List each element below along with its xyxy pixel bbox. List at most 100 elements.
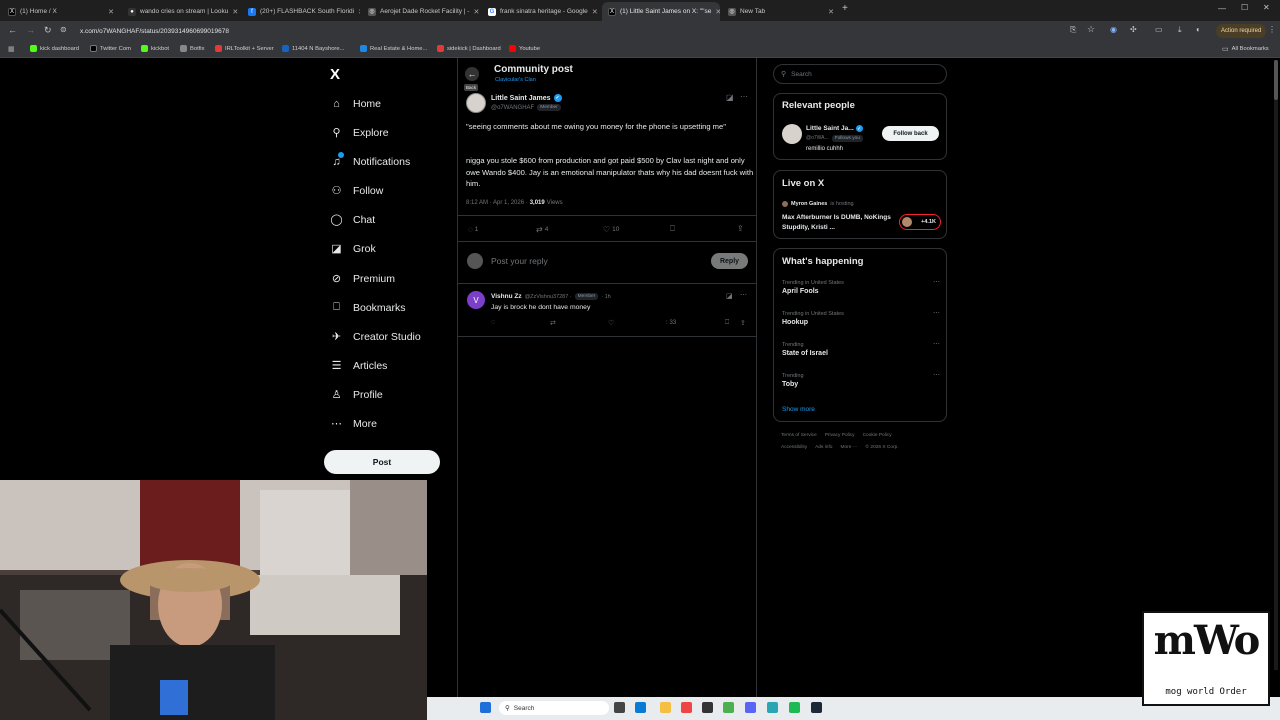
apps-grid-icon[interactable]: ▦ bbox=[8, 45, 15, 53]
bookmark-item[interactable]: Twitter Com bbox=[90, 45, 131, 52]
nav-item-creator-studio[interactable]: ✈ Creator Studio bbox=[330, 330, 421, 344]
views-action[interactable]: ⫶ 33 bbox=[666, 320, 676, 327]
more-options-icon[interactable]: ⋯ bbox=[933, 278, 940, 286]
back-arrow-icon[interactable]: ← bbox=[465, 67, 479, 81]
nav-item-explore[interactable]: ⚲ Explore bbox=[330, 126, 388, 140]
puzzle-icon[interactable]: ✣ bbox=[1130, 25, 1137, 34]
footer-link[interactable]: Privacy Policy bbox=[825, 433, 855, 438]
search-input[interactable]: ⚲ Search bbox=[773, 64, 947, 84]
bookmark-item[interactable]: sidekick | Dashboard bbox=[437, 45, 501, 52]
star-icon[interactable]: ☆ bbox=[1087, 24, 1095, 35]
close-icon[interactable]: ✕ bbox=[358, 8, 360, 16]
scrollbar[interactable] bbox=[1274, 60, 1278, 670]
close-icon[interactable]: ✕ bbox=[828, 8, 834, 16]
avatar[interactable] bbox=[466, 93, 486, 113]
nav-item-notifications[interactable]: ♫ Notifications bbox=[330, 152, 410, 168]
bookmark-item[interactable]: 11404 N Bayshore... bbox=[282, 45, 344, 52]
maximize-icon[interactable]: ☐ bbox=[1241, 3, 1248, 12]
forward-arrow-icon[interactable]: → bbox=[26, 25, 35, 35]
footer-link[interactable]: Ads info bbox=[815, 445, 832, 450]
browser-tab[interactable]: ◎ Aerojet Dade Rocket Facility | - ✕ bbox=[362, 2, 480, 21]
browser-tab[interactable]: ◎ New Tab ✕ bbox=[722, 2, 840, 21]
bookmark-icon[interactable]: ⎕ bbox=[670, 224, 675, 234]
grok-icon[interactable]: ◪ bbox=[726, 93, 734, 102]
back-arrow-icon[interactable]: ← bbox=[8, 25, 17, 35]
profile-icon[interactable]: ◐ bbox=[1196, 25, 1201, 34]
avatar[interactable] bbox=[782, 124, 802, 144]
heart-icon[interactable]: ♡ bbox=[608, 319, 614, 327]
repost-action[interactable]: ⇄ 4 bbox=[536, 225, 548, 234]
site-info-icon[interactable]: ⊜ bbox=[60, 25, 67, 34]
new-tab-icon[interactable]: + bbox=[842, 3, 848, 14]
live-listeners[interactable]: +4.1K bbox=[899, 214, 941, 230]
footer-link[interactable]: Terms of Service bbox=[781, 433, 817, 438]
nav-item-premium[interactable]: ⊘ Premium bbox=[330, 272, 395, 286]
close-icon[interactable]: ✕ bbox=[232, 8, 238, 16]
more-options-icon[interactable]: ⋯ bbox=[740, 92, 748, 101]
menu-kebab-icon[interactable]: ⋮ bbox=[1268, 25, 1276, 34]
close-icon[interactable]: ✕ bbox=[108, 8, 114, 16]
scrollbar-thumb[interactable] bbox=[1274, 60, 1278, 100]
more-options-icon[interactable]: ⋯ bbox=[933, 340, 940, 348]
follow-back-button[interactable]: Follow back bbox=[882, 126, 939, 141]
live-host[interactable]: Myron Gaines bbox=[791, 201, 827, 207]
bookmark-item[interactable]: IRLToolkit + Server bbox=[215, 45, 274, 52]
post-button[interactable]: Post bbox=[324, 450, 440, 474]
close-window-icon[interactable]: ✕ bbox=[1263, 3, 1270, 12]
browser-tab[interactable]: ● wando cries on stream | Looku ✕ bbox=[122, 2, 240, 21]
bookmark-item[interactable]: Real Estate & Home... bbox=[360, 45, 427, 52]
reply-input[interactable]: Post your reply bbox=[491, 256, 548, 266]
nav-item-bookmarks[interactable]: ⎕ Bookmarks bbox=[330, 301, 405, 314]
footer-link[interactable]: Cookie Policy bbox=[863, 433, 892, 438]
bookmark-item[interactable]: kickbot bbox=[141, 45, 169, 52]
reply-author-name[interactable]: Vishnu Zz bbox=[491, 293, 522, 300]
author-handle[interactable]: @o7WANGHAF bbox=[491, 105, 534, 111]
nav-item-grok[interactable]: ◪ Grok bbox=[330, 242, 375, 256]
more-options-icon[interactable]: ⋯ bbox=[740, 291, 747, 299]
nav-item-home[interactable]: ⌂ Home bbox=[330, 97, 381, 110]
reply-action[interactable]: ◌ 1 bbox=[468, 225, 478, 234]
browser-tab[interactable]: f (20+) FLASHBACK South Floridi ✕ bbox=[242, 2, 360, 21]
nav-item-more[interactable]: ⋯ More bbox=[330, 417, 377, 431]
trend-item[interactable]: Trending State of Israel ⋯ bbox=[782, 340, 940, 368]
bookmark-item[interactable]: Botfix bbox=[180, 45, 205, 52]
notepad-icon[interactable] bbox=[767, 702, 778, 713]
live-space-title[interactable]: Max Afterburner Is DUMB, NoKings Stupdit… bbox=[782, 213, 892, 232]
reply-avatar[interactable]: V bbox=[467, 291, 485, 309]
rp-name[interactable]: Little Saint Ja... bbox=[806, 125, 854, 132]
tweet-time[interactable]: 8:12 AM · Apr 1, 2026 · bbox=[466, 200, 528, 206]
bookmark-item[interactable]: Youtube bbox=[509, 45, 540, 52]
browser-tab-active[interactable]: X (1) Little Saint James on X: ""se ✕ bbox=[602, 2, 720, 21]
action-required-button[interactable]: Action required bbox=[1216, 24, 1267, 38]
repost-icon[interactable]: ⇄ bbox=[550, 319, 556, 327]
nav-item-follow[interactable]: ⚇ Follow bbox=[330, 184, 384, 198]
chrome-alt-icon[interactable] bbox=[723, 702, 734, 713]
extension-icon[interactable]: ◉ bbox=[1110, 25, 1117, 34]
nav-item-profile[interactable]: ♙ Profile bbox=[330, 388, 383, 402]
taskbar-search[interactable]: ⚲ Search bbox=[499, 701, 609, 715]
x-logo-icon[interactable]: X bbox=[330, 66, 340, 83]
author-name[interactable]: Little Saint James bbox=[491, 95, 551, 102]
community-link[interactable]: Clavicular's Clan bbox=[495, 77, 536, 83]
close-icon[interactable]: ✕ bbox=[592, 8, 598, 16]
install-icon[interactable]: ⎘ bbox=[1070, 25, 1076, 35]
reply-time[interactable]: · 1h bbox=[601, 294, 610, 300]
reply-button[interactable]: Reply bbox=[711, 253, 748, 269]
task-view-icon[interactable] bbox=[614, 702, 625, 713]
bookmark-item[interactable]: kick dashboard bbox=[30, 45, 79, 52]
browser-tab[interactable]: G frank sinatra heritage - Google ✕ bbox=[482, 2, 600, 21]
obs-icon[interactable] bbox=[702, 702, 713, 713]
reload-icon[interactable]: ↻ bbox=[44, 25, 52, 36]
share-icon[interactable]: ⇪ bbox=[740, 319, 746, 327]
steam-icon[interactable] bbox=[811, 702, 822, 713]
grok-icon[interactable]: ◪ bbox=[726, 292, 733, 300]
edge-icon[interactable] bbox=[635, 702, 646, 713]
trend-item[interactable]: Trending Toby ⋯ bbox=[782, 372, 940, 399]
bookmark-icon[interactable]: ⎕ bbox=[725, 319, 729, 327]
spotify-icon[interactable] bbox=[789, 702, 800, 713]
footer-link[interactable]: More ··· bbox=[840, 445, 857, 450]
reply-icon[interactable]: ◌ bbox=[491, 319, 495, 326]
all-bookmarks[interactable]: ▭ All Bookmarks bbox=[1222, 45, 1269, 53]
more-options-icon[interactable]: ⋯ bbox=[933, 309, 940, 317]
minimize-icon[interactable]: — bbox=[1218, 4, 1226, 13]
